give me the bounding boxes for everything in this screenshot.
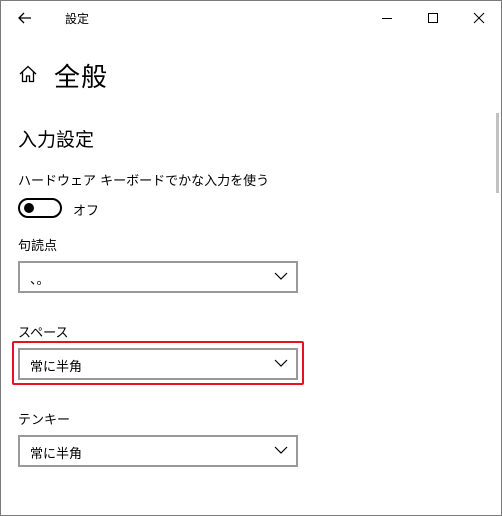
punctuation-value: 、。 (30, 273, 50, 288)
tenkey-value: 常に半角 (30, 447, 83, 462)
chevron-down-icon (274, 446, 288, 454)
title-bar: 設定 (1, 1, 501, 34)
minimize-icon (382, 18, 392, 19)
maximize-button[interactable] (410, 1, 456, 34)
arrow-left-icon (18, 12, 31, 24)
hardware-keyboard-toggle[interactable] (18, 198, 62, 218)
space-dropdown[interactable]: 常に半角 (18, 348, 298, 380)
toggle-state-text: オフ (73, 204, 100, 219)
minimize-button[interactable] (364, 1, 410, 34)
tenkey-dropdown[interactable]: 常に半角 (18, 435, 298, 467)
page-title: 全般 (54, 63, 109, 93)
space-value: 常に半角 (30, 360, 83, 375)
close-icon (473, 12, 485, 24)
section-title: 入力設定 (18, 129, 95, 151)
window-title: 設定 (65, 12, 90, 26)
chevron-down-icon (274, 359, 288, 367)
back-button[interactable] (11, 6, 39, 30)
tenkey-label: テンキー (18, 413, 71, 428)
close-button[interactable] (456, 1, 501, 34)
toggle-knob (24, 203, 34, 213)
scrollbar-thumb[interactable] (496, 113, 499, 193)
space-label: スペース (18, 326, 69, 341)
chevron-down-icon (274, 272, 288, 280)
punctuation-label: 句読点 (18, 239, 58, 254)
home-icon (19, 65, 37, 83)
hardware-keyboard-label: ハードウェア キーボードでかな入力を使う (18, 174, 270, 189)
settings-window: 設定 全般 入力設定 ハードウェア キーボードでかな入力を使う オフ 句読点 、… (0, 0, 502, 516)
maximize-icon (428, 13, 438, 23)
punctuation-dropdown[interactable]: 、。 (18, 261, 298, 293)
